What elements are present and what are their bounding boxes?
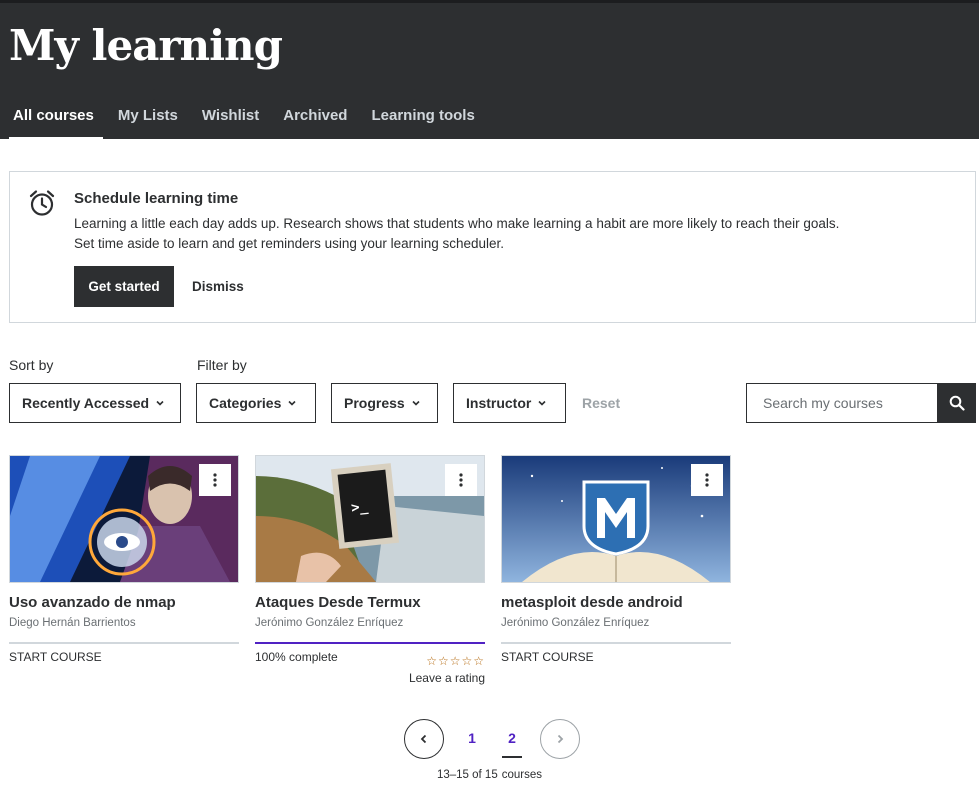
more-vertical-icon bbox=[213, 473, 217, 487]
pagination-range: 13–15 of 15 bbox=[436, 769, 498, 781]
alarm-clock-icon bbox=[29, 190, 55, 216]
course-thumbnail[interactable] bbox=[501, 455, 731, 583]
chevron-right-icon bbox=[557, 734, 564, 744]
pagination-suffix: courses bbox=[501, 769, 543, 781]
sort-label: Sort by bbox=[9, 357, 54, 373]
reset-filters-button[interactable]: Reset bbox=[582, 395, 620, 411]
tab-all-courses[interactable]: All courses bbox=[0, 99, 106, 141]
schedule-banner: Schedule learning time Learning a little… bbox=[9, 171, 976, 323]
instructor-filter[interactable]: Instructor bbox=[453, 383, 566, 423]
sort-dropdown-value: Recently Accessed bbox=[22, 395, 150, 411]
progress-bar bbox=[9, 642, 239, 644]
course-status[interactable]: START COURSE bbox=[501, 650, 731, 664]
course-instructor: Jerónimo González Enríquez bbox=[501, 617, 650, 629]
svg-text:>_: >_ bbox=[350, 499, 369, 517]
course-card[interactable]: metasploit desde android Jerónimo Gonzál… bbox=[501, 455, 731, 664]
get-started-button[interactable]: Get started bbox=[74, 266, 174, 307]
progress-filter-label: Progress bbox=[344, 395, 405, 411]
search-button[interactable] bbox=[937, 383, 976, 423]
tab-my-lists[interactable]: My Lists bbox=[106, 99, 190, 139]
rating-stars[interactable]: ☆☆☆☆☆ bbox=[426, 654, 485, 668]
chevron-down-icon bbox=[156, 400, 164, 406]
course-status[interactable]: START COURSE bbox=[9, 650, 239, 664]
course-thumbnail[interactable] bbox=[9, 455, 239, 583]
search-input[interactable] bbox=[746, 383, 937, 423]
course-card[interactable]: Uso avanzado de nmap Diego Hernán Barrie… bbox=[9, 455, 239, 664]
tab-archived[interactable]: Archived bbox=[271, 99, 359, 139]
course-menu-button[interactable] bbox=[199, 464, 231, 496]
next-page-button[interactable] bbox=[540, 719, 580, 759]
course-menu-button[interactable] bbox=[691, 464, 723, 496]
page-header: My learning All courses My Lists Wishlis… bbox=[0, 0, 979, 141]
progress-filter[interactable]: Progress bbox=[331, 383, 438, 423]
more-vertical-icon bbox=[705, 473, 709, 487]
pagination: 1 2 bbox=[0, 719, 979, 759]
tab-learning-tools[interactable]: Learning tools bbox=[359, 99, 486, 139]
dismiss-button[interactable]: Dismiss bbox=[186, 266, 250, 307]
page-title: My learning bbox=[9, 21, 283, 70]
course-title[interactable]: Uso avanzado de nmap bbox=[9, 594, 239, 611]
search-icon bbox=[949, 395, 965, 411]
chevron-down-icon bbox=[412, 400, 420, 406]
progress-bar bbox=[255, 642, 485, 644]
categories-filter[interactable]: Categories bbox=[196, 383, 316, 423]
page-1-link[interactable]: 1 bbox=[462, 730, 482, 746]
categories-filter-label: Categories bbox=[209, 395, 282, 411]
course-title[interactable]: Ataques Desde Termux bbox=[255, 594, 485, 611]
banner-text-line1: Learning a little each day adds up. Rese… bbox=[74, 216, 840, 231]
course-thumbnail[interactable]: >_ bbox=[255, 455, 485, 583]
progress-fill bbox=[255, 642, 485, 644]
pagination-summary: 13–15 of 15 courses bbox=[0, 769, 979, 781]
banner-title: Schedule learning time bbox=[74, 190, 239, 207]
sort-dropdown[interactable]: Recently Accessed bbox=[9, 383, 181, 423]
course-menu-button[interactable] bbox=[445, 464, 477, 496]
progress-bar bbox=[501, 642, 731, 644]
instructor-filter-label: Instructor bbox=[466, 395, 532, 411]
page-2-link[interactable]: 2 bbox=[502, 730, 522, 758]
course-title[interactable]: metasploit desde android bbox=[501, 594, 731, 611]
leave-rating-link[interactable]: Leave a rating bbox=[409, 671, 485, 685]
chevron-down-icon bbox=[288, 400, 296, 406]
filter-label: Filter by bbox=[197, 357, 247, 373]
previous-page-button[interactable] bbox=[404, 719, 444, 759]
course-instructor: Diego Hernán Barrientos bbox=[9, 617, 136, 629]
banner-text: Learning a little each day adds up. Rese… bbox=[74, 214, 954, 254]
banner-text-line2: Set time aside to learn and get reminder… bbox=[74, 236, 504, 251]
course-instructor: Jerónimo González Enríquez bbox=[255, 617, 404, 629]
chevron-left-icon bbox=[420, 734, 427, 744]
tab-wishlist[interactable]: Wishlist bbox=[190, 99, 271, 139]
tab-bar: All courses My Lists Wishlist Archived L… bbox=[0, 99, 487, 141]
course-card[interactable]: >_ Ataques Desde Termux Jerónimo Gonzále… bbox=[255, 455, 485, 685]
more-vertical-icon bbox=[459, 473, 463, 487]
chevron-down-icon bbox=[538, 400, 546, 406]
